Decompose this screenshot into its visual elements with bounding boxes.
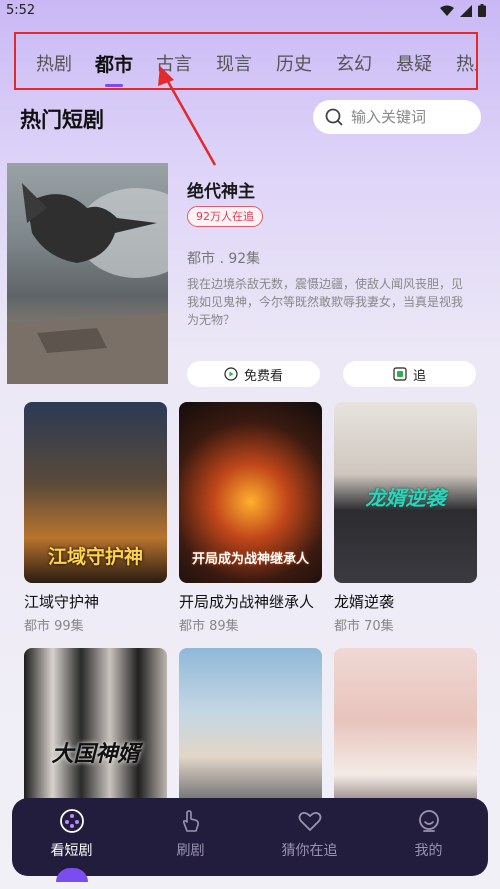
nav-item-me[interactable]: 我的: [369, 798, 488, 876]
tab-re-ju[interactable]: 热剧: [24, 50, 84, 77]
watch-free-button[interactable]: 免费看: [187, 361, 320, 387]
play-circle-icon: [224, 367, 238, 381]
watch-free-label: 免费看: [243, 367, 283, 383]
bottom-navigation: 看短剧 刷剧 猜你在追 我的: [12, 798, 488, 876]
search-icon: [325, 108, 343, 126]
battery-icon: [478, 4, 486, 17]
drama-card[interactable]: 开局成为战神继承人 开局成为战神继承人 都市 89集: [179, 402, 322, 634]
featured-title[interactable]: 绝代神主: [187, 177, 255, 202]
drama-cover: 龙婿逆袭: [334, 402, 477, 583]
nav-item-following[interactable]: 猜你在追: [250, 798, 369, 876]
status-bar: 5:52: [0, 0, 500, 24]
drama-meta: 都市 99集: [24, 619, 84, 634]
cover-title-art: 大国神婿: [51, 742, 140, 767]
drama-card[interactable]: 江域守护神 江域守护神 都市 99集: [24, 402, 167, 634]
drama-title: 开局成为战神继承人: [179, 593, 315, 611]
featured-cover[interactable]: [7, 163, 168, 384]
status-time: 5:52: [6, 3, 36, 18]
film-reel-icon: [59, 809, 84, 833]
featured-description: 我在边境杀敌无数，震慑边疆，使敌人闻风丧胆，见我如见鬼神，今尔等既然敢欺辱我妻女…: [187, 277, 464, 327]
drama-card[interactable]: 龙婿逆袭 龙婿逆袭 都市 70集: [334, 402, 477, 634]
section-title: 热门短剧: [20, 108, 104, 132]
follow-label: 追: [412, 367, 426, 383]
cover-title-art: 龙婿逆袭: [365, 486, 446, 510]
smile-face-icon: [418, 810, 439, 832]
tab-gu-yan[interactable]: 古言: [144, 50, 204, 77]
follow-square-icon: [393, 367, 407, 381]
nav-label: 猜你在追: [281, 843, 338, 859]
swipe-hand-icon: [182, 810, 199, 832]
nav-label: 看短剧: [50, 843, 93, 859]
tab-xian-yan[interactable]: 现言: [204, 50, 264, 77]
drama-meta: 都市 70集: [334, 619, 394, 634]
drama-cover: 开局成为战神继承人: [179, 402, 322, 583]
featured-meta: 都市 . 92集: [187, 251, 261, 267]
signal-icon: [460, 4, 472, 17]
follow-button[interactable]: 追: [343, 361, 476, 387]
cover-title-art: 开局成为战神继承人: [191, 552, 309, 567]
status-icons: [440, 4, 486, 17]
heart-icon: [298, 811, 321, 831]
nav-label: 我的: [414, 843, 443, 859]
tab-xuan-yi[interactable]: 悬疑: [384, 50, 444, 77]
category-tab-row: 热剧 都市 古言 现言 历史 玄幻 悬疑 热血: [24, 50, 476, 87]
tab-li-shi[interactable]: 历史: [264, 50, 324, 77]
tab-xuan-huan[interactable]: 玄幻: [324, 50, 384, 77]
nav-item-watch-drama[interactable]: 看短剧: [12, 798, 131, 876]
search-input[interactable]: [351, 108, 471, 126]
search-box[interactable]: [313, 100, 481, 134]
tab-du-shi[interactable]: 都市: [84, 50, 144, 87]
drama-title: 龙婿逆袭: [334, 593, 395, 611]
nav-item-swipe[interactable]: 刷剧: [131, 798, 250, 876]
drama-cover: 江域守护神: [24, 402, 167, 583]
tab-re-xue[interactable]: 热血: [444, 50, 476, 77]
drama-meta: 都市 89集: [179, 619, 239, 634]
nav-label: 刷剧: [176, 843, 205, 859]
popularity-badge: 92万人在追: [187, 206, 263, 227]
category-tabs-highlight: 热剧 都市 古言 现言 历史 玄幻 悬疑 热血: [14, 32, 478, 90]
dragon-cover-art: [7, 183, 168, 384]
cover-title-art: 江域守护神: [47, 546, 143, 568]
wifi-icon: [440, 5, 454, 16]
drama-title: 江域守护神: [24, 593, 100, 611]
